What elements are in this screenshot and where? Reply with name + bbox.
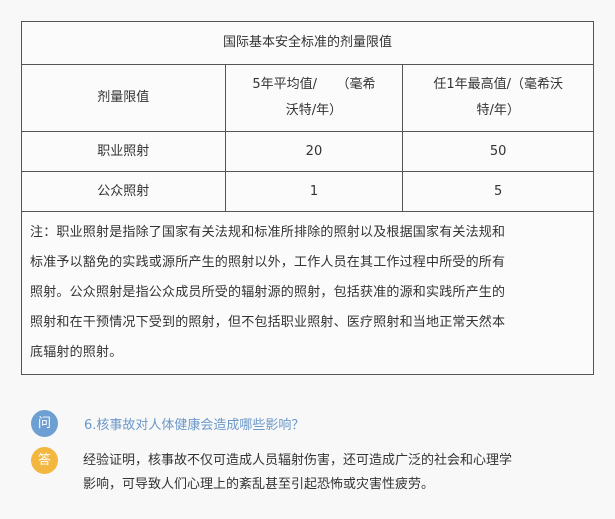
page: 国际基本安全标准的剂量限值 剂量限值 5年平均值/ （毫希 沃特/年） 任1年最… — [0, 0, 615, 519]
note-line: 照射。公众照射是指公众成员所受的辐射源的照射，包括获准的源和实践所产生的 — [30, 285, 506, 300]
note-line: 标准予以豁免的实践或源所产生的照射以外，工作人员在其工作过程中所受的所有 — [30, 255, 506, 270]
header-1yr-max-line1: 任1年最高值/（毫希沃 — [433, 77, 563, 92]
cell-public-5yr: 1 — [224, 171, 404, 212]
cell-occupational-1yr: 50 — [402, 131, 594, 172]
note-line: 照射和在干预情况下受到的照射，但不包括职业照射、医疗照射和当地正常天然本 — [30, 315, 506, 330]
dose-limits-table: 国际基本安全标准的剂量限值 剂量限值 5年平均值/ （毫希 沃特/年） 任1年最… — [21, 21, 594, 375]
header-5yr-average-line1: 5年平均值/ （毫希 — [252, 77, 376, 92]
answer-badge-icon: 答 — [31, 447, 58, 474]
answer-line: 影响，可导致人们心理上的紊乱甚至引起恐怖或灾害性疲劳。 — [83, 477, 435, 492]
cell-occupational-5yr: 20 — [224, 131, 404, 172]
note-line: 注：职业照射是指除了国家有关法规和标准所排除的照射以及根据国家有关法规和 — [30, 225, 506, 240]
answer-line: 经验证明，核事故不仅可造成人员辐射伤害，还可造成广泛的社会和心理学 — [83, 453, 513, 468]
question-text: 6.核事故对人体健康会造成哪些影响？ — [84, 418, 305, 433]
answer-text: 经验证明，核事故不仅可造成人员辐射伤害，还可造成广泛的社会和心理学 影响，可导致… — [83, 449, 613, 497]
note-line: 底辐射的照射。 — [30, 345, 123, 360]
row-label-occupational: 职业照射 — [21, 131, 226, 172]
header-5yr-average: 5年平均值/ （毫希 沃特/年） — [224, 64, 404, 132]
row-label-public: 公众照射 — [21, 171, 226, 212]
table-note: 注：职业照射是指除了国家有关法规和标准所排除的照射以及根据国家有关法规和 标准予… — [21, 211, 594, 375]
header-5yr-average-line2: 沃特/年） — [285, 103, 343, 118]
header-1yr-max-line2: 特/年） — [476, 103, 520, 118]
header-dose-limit: 剂量限值 — [21, 64, 226, 132]
question-badge-icon: 问 — [31, 410, 58, 437]
header-1yr-max: 任1年最高值/（毫希沃 特/年） — [402, 64, 594, 132]
cell-public-1yr: 5 — [402, 171, 594, 212]
table-row: 公众照射 1 5 — [21, 171, 594, 212]
table-title: 国际基本安全标准的剂量限值 — [21, 21, 594, 65]
table-row: 职业照射 20 50 — [21, 131, 594, 172]
